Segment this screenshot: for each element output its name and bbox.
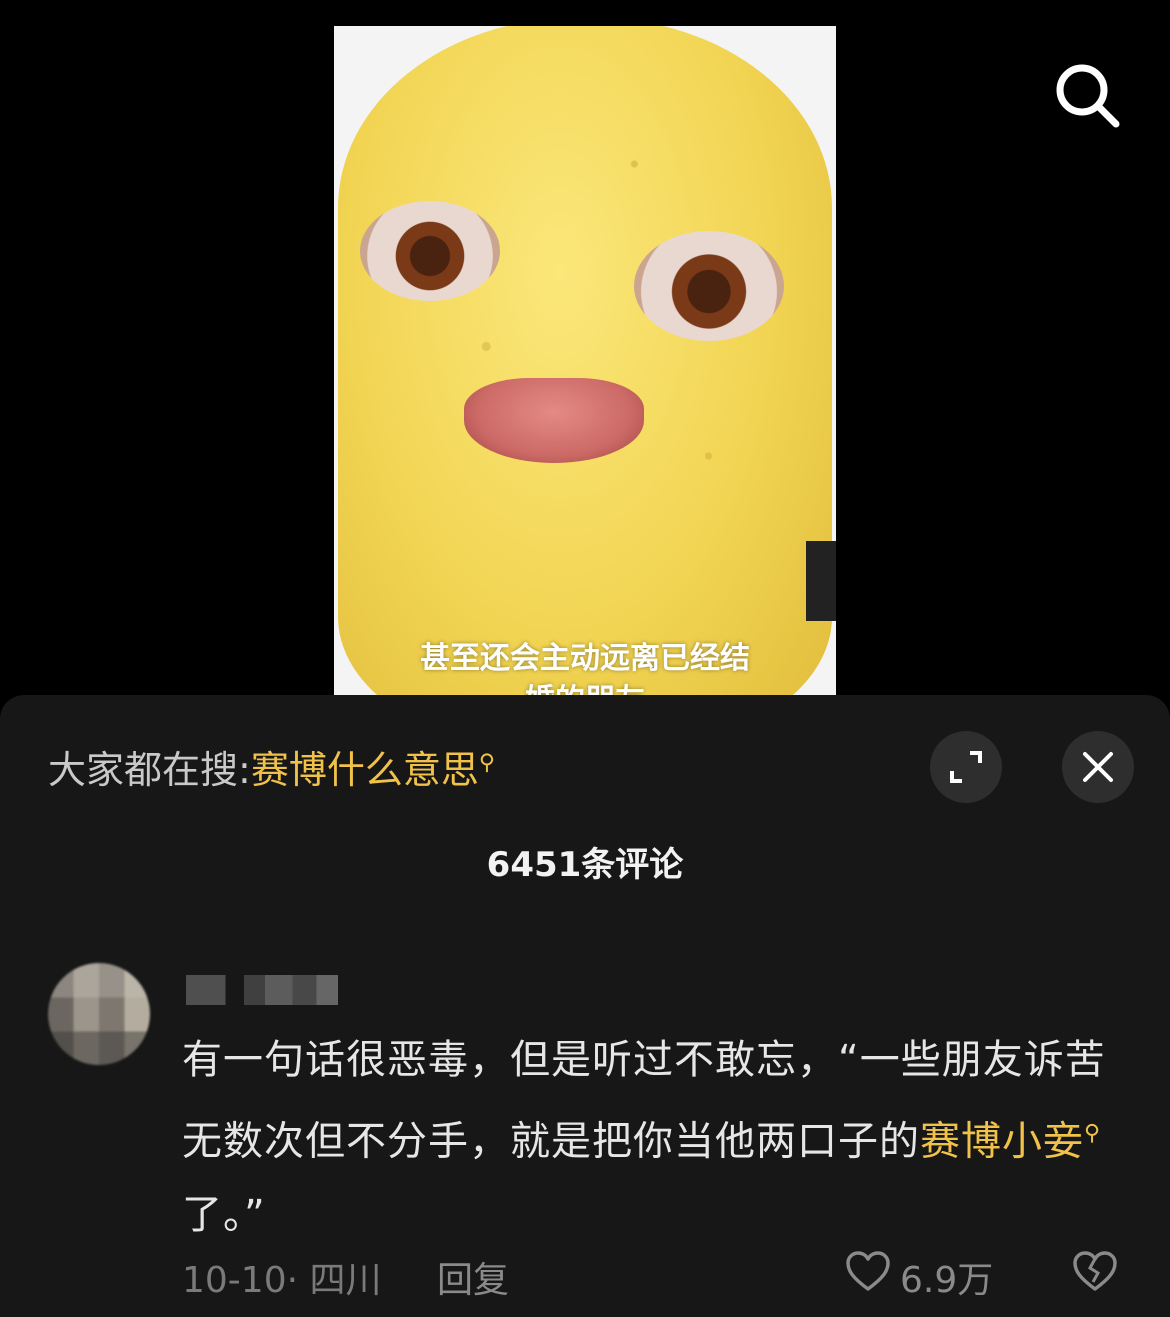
- potato-character: [338, 26, 832, 695]
- video-player[interactable]: 甚至还会主动远离已经结 婚的朋友: [334, 26, 836, 695]
- hot-search-keyword[interactable]: 赛博什么意思: [251, 748, 479, 792]
- comment-keyword-search-icon: ⚲: [1084, 1121, 1102, 1146]
- search-button[interactable]: [1050, 58, 1124, 132]
- video-subtitle: 甚至还会主动远离已经结 婚的朋友: [334, 638, 836, 695]
- close-icon: [1083, 752, 1113, 782]
- hot-search-prefix: 大家都在搜:: [48, 748, 251, 792]
- comment-count: 6451条评论: [486, 845, 684, 885]
- subtitle-line-1: 甚至还会主动远离已经结: [420, 641, 750, 676]
- like-button[interactable]: [845, 1250, 891, 1292]
- background-pole: [806, 541, 836, 621]
- left-eye: [360, 201, 500, 301]
- comment-keyword[interactable]: 赛博小妾: [920, 1118, 1084, 1164]
- expand-button[interactable]: [930, 731, 1002, 803]
- comment-panel: 大家都在搜:赛博什么意思⚲ 6451条评论 有一句话很恶毒，但是听过不敢忘，“一…: [0, 695, 1170, 1317]
- reply-button[interactable]: 回复: [437, 1251, 509, 1303]
- right-eye: [634, 231, 784, 341]
- subtitle-line-2: 婚的朋友: [334, 680, 836, 695]
- username-blurred[interactable]: [186, 975, 338, 1005]
- mouth: [464, 378, 644, 463]
- dislike-button[interactable]: [1072, 1250, 1118, 1292]
- avatar[interactable]: [48, 963, 150, 1065]
- like-count: 6.9万: [900, 1260, 994, 1301]
- expand-icon: [950, 751, 982, 783]
- comment-date-location: 10-10· 四川: [182, 1260, 382, 1301]
- search-icon: [1056, 64, 1120, 128]
- close-button[interactable]: [1062, 731, 1134, 803]
- broken-heart-icon: [1073, 1251, 1117, 1291]
- keyword-search-icon: ⚲: [478, 750, 495, 776]
- hot-search-bar[interactable]: 大家都在搜:赛博什么意思⚲: [48, 739, 495, 794]
- heart-icon: [846, 1251, 890, 1291]
- comment-body: 有一句话很恶毒，但是听过不敢忘，“一些朋友诉苦无数次但不分手，就是把你当他两口子…: [182, 1023, 1122, 1252]
- comment-text-part2: 了。”: [182, 1192, 266, 1239]
